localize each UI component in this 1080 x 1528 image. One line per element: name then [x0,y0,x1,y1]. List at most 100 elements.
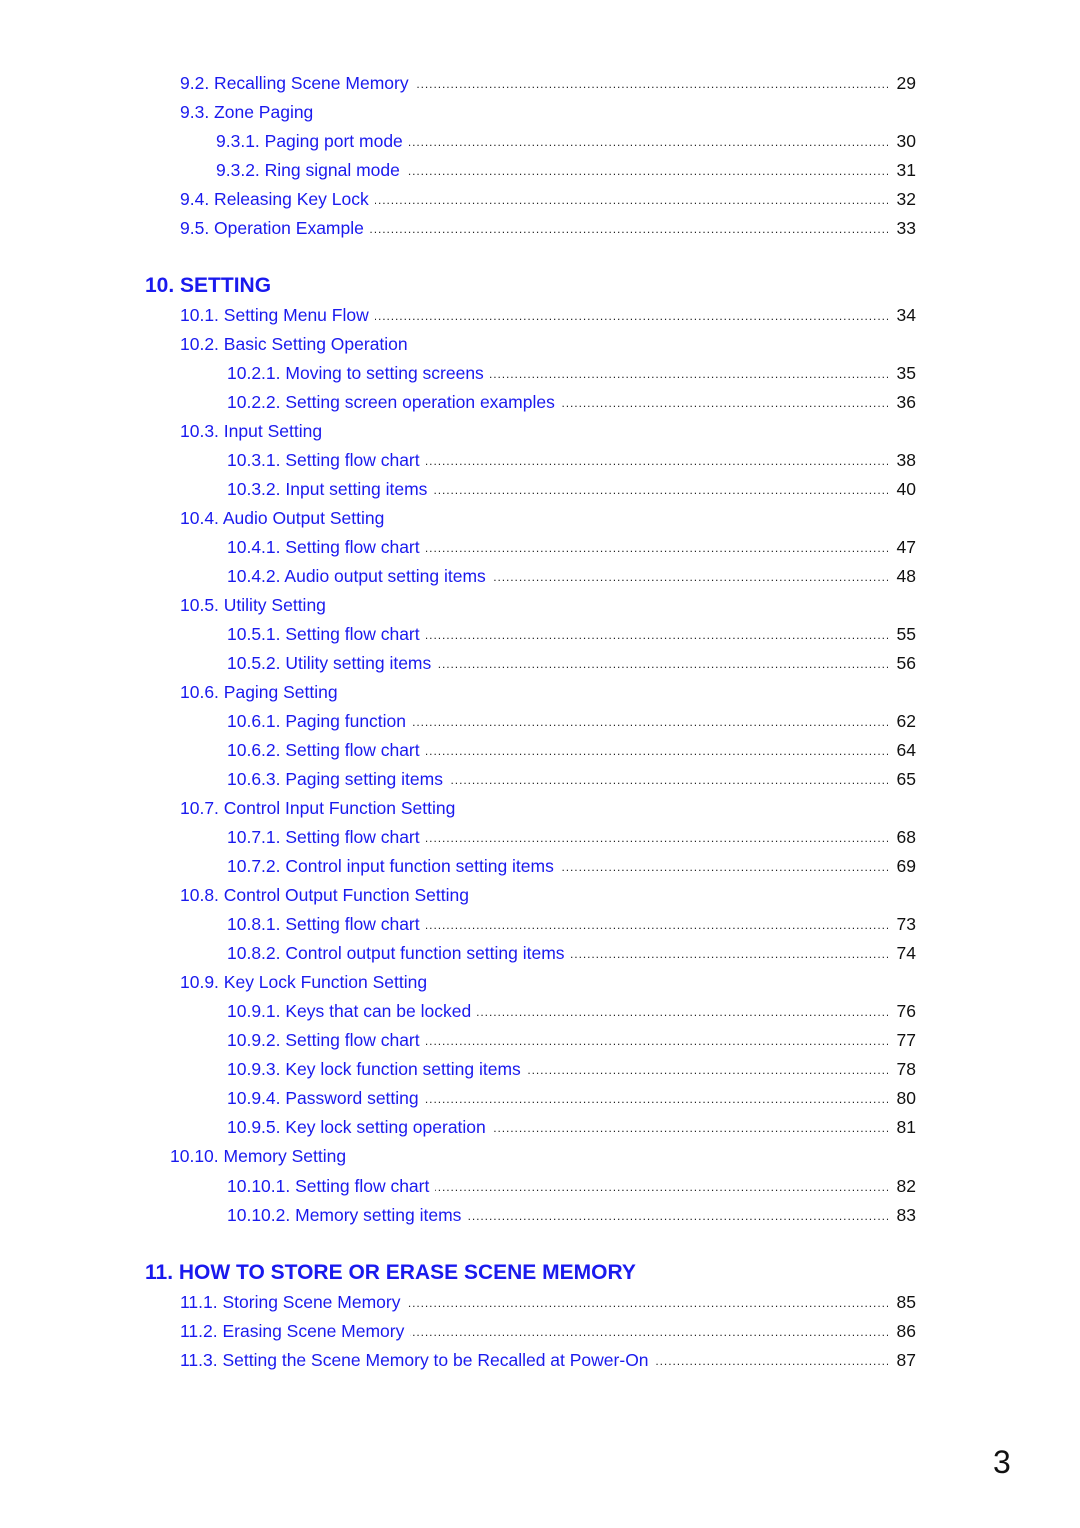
toc-entry-title[interactable]: 10.10. Memory Setting [170,1146,352,1167]
toc-entry[interactable]: 10.4. Audio Output Setting [180,504,916,533]
toc-entry[interactable]: 9.2. Recalling Scene Memory 29 [180,69,916,98]
section-heading[interactable]: 11. HOW TO STORE OR ERASE SCENE MEMORY [145,1258,636,1288]
toc-entry-title[interactable]: 9.3.1. Paging port mode [216,131,409,152]
toc-entry-title[interactable]: 10.3. Input Setting [180,421,328,442]
toc-entry-title[interactable]: 10.9.1. Keys that can be locked [227,1001,477,1022]
toc-entry[interactable]: 10.3. Input Setting [180,417,916,446]
toc-entry-page: 81 [896,1117,916,1137]
toc-entry-page: 34 [896,305,916,325]
toc-entry-page: 80 [896,1088,916,1108]
toc-entry-title[interactable]: 10.2.2. Setting screen operation example… [227,392,561,413]
toc-entry[interactable]: 9.4. Releasing Key Lock 32 [180,185,916,214]
toc-entry[interactable]: 11.1. Storing Scene Memory 85 [180,1288,916,1317]
dot-leader [490,364,888,384]
toc-entry[interactable]: 10.9.4. Password setting 80 [227,1084,916,1113]
toc-entry-title[interactable]: 10.7.2. Control input function setting i… [227,856,560,877]
toc-entry[interactable]: 10.7.2. Control input function setting i… [227,852,916,881]
toc-entry-page: 83 [896,1205,916,1225]
dot-leader [426,538,888,558]
toc-entry[interactable]: 9.5. Operation Example 33 [180,214,916,243]
toc-entry-title[interactable]: 9.2. Recalling Scene Memory [180,73,415,94]
toc-entry-title[interactable]: 10.5.1. Setting flow chart [227,624,426,645]
toc-entry-page: 62 [896,711,916,731]
toc-entry[interactable]: 10.8. Control Output Function Setting [180,881,916,910]
toc-entry-title[interactable]: 9.3.2. Ring signal mode [216,160,406,181]
toc-entry[interactable]: 10.1. Setting Menu Flow 34 [180,301,916,330]
toc-entry[interactable]: 10.3.2. Input setting items 40 [227,475,916,504]
toc-entry-title[interactable]: 10.10.1. Setting flow chart [227,1176,435,1197]
toc-entry-title[interactable]: 10.6. Paging Setting [180,682,344,703]
toc-entry-title[interactable]: 10.2.1. Moving to setting screens [227,363,490,384]
toc-entry[interactable]: 10.9.5. Key lock setting operation 81 [227,1113,916,1142]
toc-entry-title[interactable]: 11.3. Setting the Scene Memory to be Rec… [180,1350,655,1371]
toc-entry-title[interactable]: 11.2. Erasing Scene Memory [180,1321,410,1342]
toc-entry[interactable]: 10.6. Paging Setting [180,678,916,707]
toc-entry-title[interactable]: 10.4.2. Audio output setting items [227,566,492,587]
toc-entry[interactable]: 10.2.1. Moving to setting screens 35 [227,359,916,388]
toc-entry-title[interactable]: 10.9.2. Setting flow chart [227,1030,426,1051]
toc-entry[interactable]: 10.9.3. Key lock function setting items 7… [227,1055,916,1084]
toc-entry[interactable]: 10.4.1. Setting flow chart 47 [227,533,916,562]
toc-entry-title[interactable]: 10.7.1. Setting flow chart [227,827,426,848]
toc-entry[interactable]: 10.5.1. Setting flow chart 55 [227,620,916,649]
toc-entry-title[interactable]: 9.5. Operation Example [180,218,370,239]
toc-entry-title[interactable]: 10.5. Utility Setting [180,595,332,616]
toc-entry[interactable]: 10.8.2. Control output function setting … [227,939,916,968]
toc-entry[interactable]: 10.6.1. Paging function 62 [227,707,916,736]
toc-entry-title[interactable]: 10.10.2. Memory setting items [227,1205,467,1226]
toc-entry-title[interactable]: 10.9.5. Key lock setting operation [227,1117,492,1138]
toc-entry-title[interactable]: 10.7. Control Input Function Setting [180,798,461,819]
toc-entry[interactable]: 10.8.1. Setting flow chart 73 [227,910,916,939]
toc-entry[interactable]: 10.5. Utility Setting [180,591,916,620]
dot-leader [437,654,888,674]
toc-entry[interactable]: 9.3.2. Ring signal mode 31 [216,156,916,185]
section-heading[interactable]: 10. SETTING [145,271,271,301]
toc-entry-title[interactable]: 10.4.1. Setting flow chart [227,537,426,558]
dot-leader [655,1351,888,1371]
dot-leader [426,828,888,848]
toc-entry[interactable]: 9.3. Zone Paging [180,98,916,127]
toc-entry[interactable]: 10.7. Control Input Function Setting [180,794,916,823]
toc-entry[interactable]: 9.3.1. Paging port mode 30 [216,127,916,156]
toc-entry[interactable]: 10.5.2. Utility setting items 56 [227,649,916,678]
toc-entry[interactable]: 10.6.2. Setting flow chart 64 [227,736,916,765]
toc-entry[interactable]: 10.9. Key Lock Function Setting [180,968,916,997]
toc-entry-title[interactable]: 10.2. Basic Setting Operation [180,334,414,355]
toc-entry[interactable]: 10.2. Basic Setting Operation [180,330,916,359]
toc-entry-title[interactable]: 10.3.1. Setting flow chart [227,450,426,471]
dot-leader [425,1089,888,1109]
toc-entry[interactable]: 10.2.2. Setting screen operation example… [227,388,916,417]
toc-entry-title[interactable]: 10.9.3. Key lock function setting items [227,1059,527,1080]
toc-entry-title[interactable]: 10.8. Control Output Function Setting [180,885,475,906]
toc-entry-page: 74 [896,943,916,963]
toc-entry[interactable]: 11.3. Setting the Scene Memory to be Rec… [180,1346,916,1375]
toc-entry[interactable]: 10.10.2. Memory setting items 83 [227,1201,916,1230]
toc-entry-page: 65 [896,769,916,789]
toc-entry[interactable]: 10.4.2. Audio output setting items 48 [227,562,916,591]
toc-entry-title[interactable]: 10.6.3. Paging setting items [227,769,449,790]
toc-entry-title[interactable]: 10.1. Setting Menu Flow [180,305,375,326]
toc-entry-page: 64 [896,740,916,760]
toc-entry-title[interactable]: 10.8.1. Setting flow chart [227,914,426,935]
toc-entry-title[interactable]: 9.3. Zone Paging [180,102,319,123]
toc-entry[interactable]: 10.7.1. Setting flow chart 68 [227,823,916,852]
toc-entry-title[interactable]: 10.5.2. Utility setting items [227,653,437,674]
toc-entry[interactable]: 10.9.1. Keys that can be locked 76 [227,997,916,1026]
toc-entry-title[interactable]: 9.4. Releasing Key Lock [180,189,375,210]
dot-leader [492,1118,888,1138]
toc-entry-title[interactable]: 10.4. Audio Output Setting [180,508,390,529]
toc-entry[interactable]: 10.6.3. Paging setting items 65 [227,765,916,794]
toc-entry[interactable]: 10.3.1. Setting flow chart 38 [227,446,916,475]
toc-entry[interactable]: 10.9.2. Setting flow chart 77 [227,1026,916,1055]
toc-entry-title[interactable]: 10.6.1. Paging function [227,711,412,732]
toc-entry[interactable]: 10.10. Memory Setting [170,1142,916,1171]
toc-entry-title[interactable]: 10.8.2. Control output function setting … [227,943,571,964]
toc-entry-title[interactable]: 10.3.2. Input setting items [227,479,433,500]
toc-entry-title[interactable]: 10.9.4. Password setting [227,1088,425,1109]
toc-entry[interactable]: 10.10.1. Setting flow chart 82 [227,1172,916,1201]
toc-entry[interactable]: 11.2. Erasing Scene Memory 86 [180,1317,916,1346]
toc-entry-title[interactable]: 10.9. Key Lock Function Setting [180,972,433,993]
toc-entry-title[interactable]: 10.6.2. Setting flow chart [227,740,426,761]
toc-entry-title[interactable]: 11.1. Storing Scene Memory [180,1292,406,1313]
toc-entry-page: 40 [896,479,916,499]
